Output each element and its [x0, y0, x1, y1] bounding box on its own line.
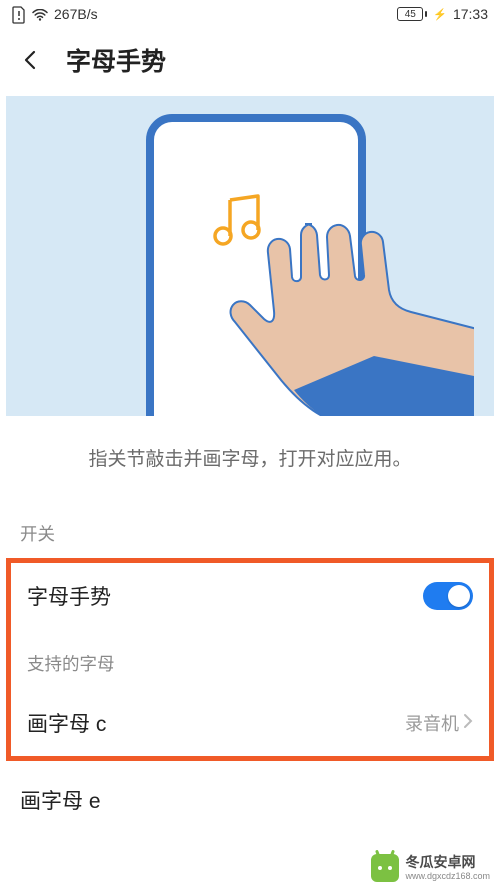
- clock: 17:33: [453, 6, 488, 22]
- network-speed: 267B/s: [54, 6, 98, 22]
- watermark-url: www.dgxcdz168.com: [405, 871, 490, 881]
- sim-alert-icon: [12, 6, 26, 22]
- android-logo-icon: [371, 854, 399, 882]
- gesture-illustration: [6, 96, 494, 416]
- toggle-knob: [448, 585, 470, 607]
- hand-graphic: [224, 216, 474, 416]
- status-bar: 267B/s 45 ⚡ 17:33: [0, 0, 500, 28]
- battery-indicator: 45: [397, 7, 427, 21]
- row-letter-c[interactable]: 画字母 c 录音机: [11, 690, 489, 756]
- row-letter-e[interactable]: 画字母 e: [0, 761, 500, 825]
- toggle-row-letter-gesture[interactable]: 字母手势: [11, 563, 489, 629]
- charging-icon: ⚡: [433, 8, 447, 21]
- highlighted-settings-block: 字母手势 支持的字母 画字母 c 录音机: [6, 558, 494, 761]
- row-label: 画字母 e: [20, 785, 101, 815]
- page-title: 字母手势: [66, 42, 166, 78]
- row-label: 画字母 c: [27, 708, 106, 738]
- row-value: 录音机: [405, 710, 473, 736]
- section-label-switch: 开关: [0, 511, 500, 558]
- back-button[interactable]: [18, 47, 44, 73]
- page-header: 字母手势: [0, 28, 500, 96]
- gesture-description: 指关节敲击并画字母，打开对应应用。: [0, 416, 500, 511]
- toggle-label: 字母手势: [27, 581, 111, 611]
- wifi-icon: [32, 8, 48, 20]
- section-label-supported: 支持的字母: [11, 629, 489, 690]
- letter-gesture-toggle[interactable]: [423, 582, 473, 610]
- watermark-title: 冬瓜安卓网: [405, 855, 490, 870]
- chevron-right-icon: [463, 713, 473, 734]
- watermark: 冬瓜安卓网 www.dgxcdz168.com: [371, 854, 490, 882]
